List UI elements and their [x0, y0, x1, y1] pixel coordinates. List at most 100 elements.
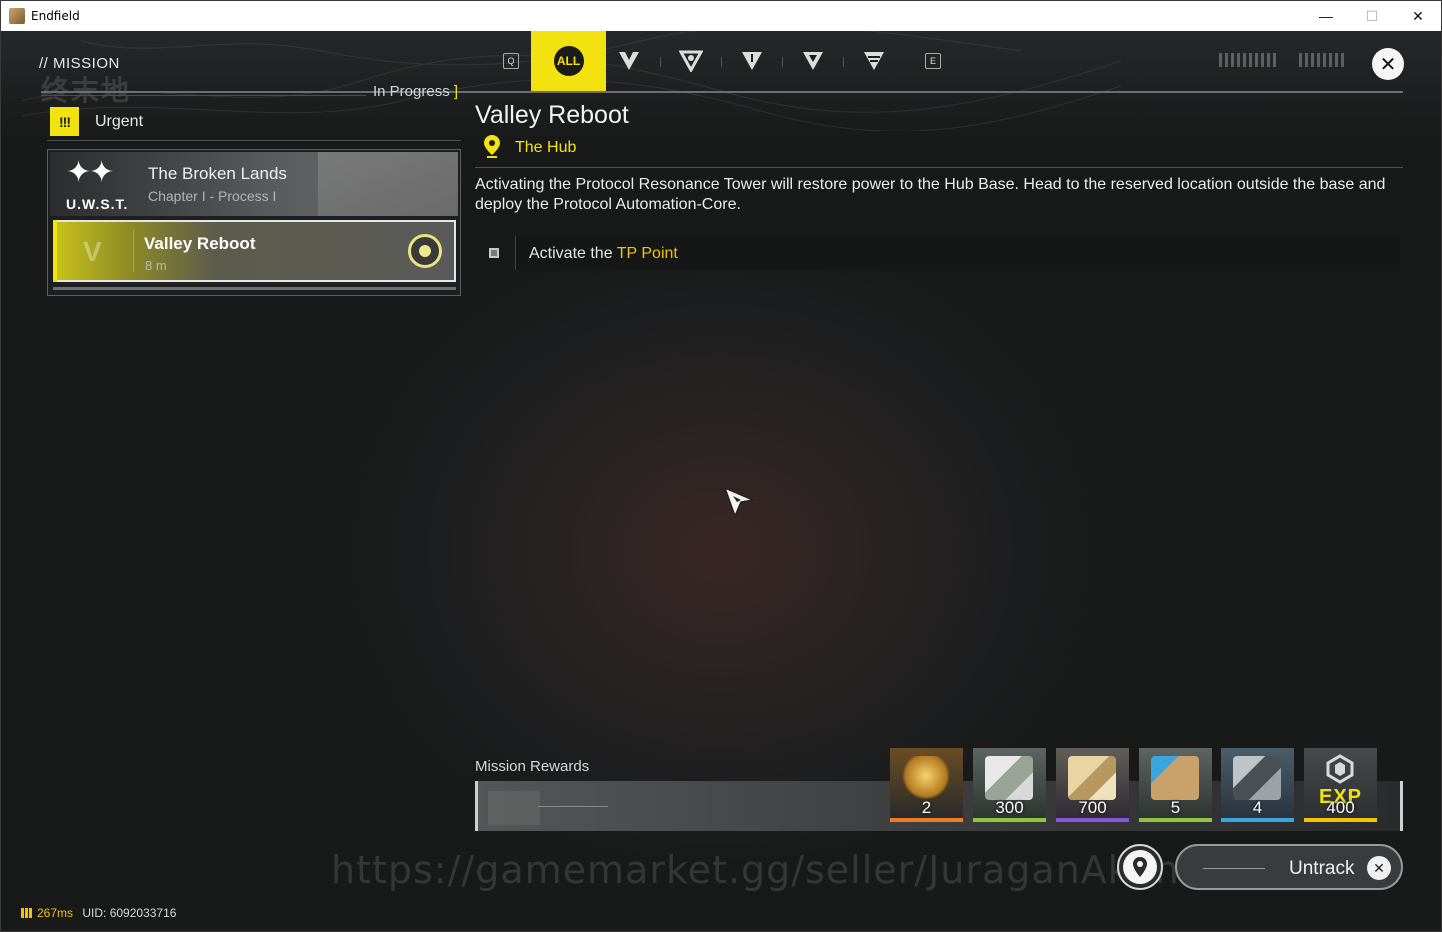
mission-description: Activating the Protocol Resonance Tower … [475, 176, 1386, 213]
watermark-text: https://gamemarket.gg/seller/JuraganAkun [331, 848, 1180, 892]
group-divider [47, 140, 461, 141]
section-title: // MISSION [39, 55, 120, 72]
logo-text: U.W.S.T. [66, 196, 129, 212]
mission-distance: 8 m [145, 258, 167, 273]
header-divider-secondary [41, 95, 366, 96]
close-mission-button[interactable]: ✕ [1372, 48, 1404, 80]
reward-count: 4 [1252, 798, 1263, 817]
reward-item[interactable]: 5 [1139, 748, 1212, 822]
tracking-dot [419, 245, 431, 257]
chapter-title: The Broken Lands [148, 164, 287, 183]
show-on-map-button[interactable] [1117, 844, 1163, 890]
objective-checkbox-icon [489, 248, 499, 258]
objective-highlight: TP Point [616, 245, 678, 262]
panel-scroll-bar [53, 287, 456, 290]
reward-count: 700 [1078, 798, 1107, 817]
tab-separator [721, 57, 722, 67]
quest-list-panel: ✦✦ U.W.S.T. The Broken Lands Chapter I -… [47, 149, 461, 296]
filter-label: In Progress [373, 83, 450, 100]
reward-count: 5 [1170, 798, 1181, 817]
mission-type-4-icon [803, 52, 823, 70]
uwst-logo: ✦✦ U.W.S.T. [62, 156, 130, 212]
urgent-icon: !!! [50, 107, 79, 136]
reward-item[interactable]: EXP 400 [1304, 748, 1377, 822]
selection-indicator [53, 220, 57, 282]
mission-detail-title: Valley Reboot [475, 101, 629, 129]
mission-type-5-icon [864, 52, 884, 70]
close-icon: ✕ [1379, 53, 1397, 76]
untrack-label: Untrack [1289, 858, 1355, 879]
tab-mission-type-4[interactable] [798, 43, 828, 79]
mission-type-2-icon [679, 50, 703, 72]
gold-crystal-icon [902, 756, 950, 800]
uwst-emblem-icon: ✦✦ [66, 156, 114, 189]
reward-item[interactable]: 4 [1221, 748, 1294, 822]
tracking-target-icon[interactable] [408, 234, 442, 268]
mission-type-3-icon [742, 52, 762, 70]
maximize-button[interactable]: ☐ [1349, 1, 1395, 31]
ticket-icon [985, 756, 1033, 800]
status-decoration [1219, 53, 1279, 67]
window-title: Endfield [31, 9, 80, 23]
device-kit-icon [1233, 756, 1281, 800]
reward-count: 400 [1326, 798, 1355, 817]
track-line [538, 806, 608, 807]
filter-in-progress[interactable]: In Progress ] [373, 83, 458, 100]
reward-item[interactable]: 2 [890, 748, 963, 822]
mission-location: The Hub [515, 139, 577, 156]
reward-item[interactable]: 700 [1056, 748, 1129, 822]
reward-chest-icon [488, 791, 540, 825]
app-window: Endfield — ☐ ✕ 终末地 // MISSION Q ALL [0, 0, 1442, 932]
next-tab-key[interactable]: E [925, 53, 941, 69]
header-divider [41, 91, 1403, 93]
group-label: Urgent [95, 113, 144, 130]
tab-all[interactable]: ALL [531, 31, 606, 91]
chapter-artwork [318, 152, 458, 216]
tab-mission-type-1[interactable] [614, 43, 644, 79]
rewards-end-marker [1400, 781, 1403, 831]
map-pin-icon [1133, 857, 1147, 877]
signal-icon [21, 908, 33, 918]
map-pin-button-face [1123, 850, 1157, 884]
mission-type-icon: V [83, 236, 102, 267]
uid-value: UID: 6092033716 [82, 906, 177, 920]
reward-count: 300 [995, 798, 1024, 817]
tab-separator [782, 57, 783, 67]
exp-icon [1326, 754, 1354, 784]
mission-item-valley-reboot[interactable]: V Valley Reboot 8 m [53, 220, 456, 282]
tab-mission-type-3[interactable] [737, 43, 767, 79]
bracket-icon: ] [453, 83, 459, 100]
title-bar: Endfield — ☐ ✕ [1, 1, 1441, 31]
rewards-label: Mission Rewards [475, 758, 590, 775]
tab-all-label: ALL [553, 46, 584, 76]
ping-value: 267ms [37, 906, 74, 920]
untrack-button[interactable]: Untrack ✕ [1175, 844, 1403, 890]
window-close-button[interactable]: ✕ [1395, 1, 1441, 31]
tab-mission-type-2[interactable] [676, 43, 706, 79]
cursor-icon [723, 486, 756, 519]
objective-text: Activate the TP Point [529, 245, 678, 263]
exp-book-icon [1151, 756, 1199, 800]
chapter-header[interactable]: ✦✦ U.W.S.T. The Broken Lands Chapter I -… [50, 152, 458, 216]
item-divider [133, 230, 134, 272]
status-decoration [1299, 53, 1347, 67]
reward-item[interactable]: 300 [973, 748, 1046, 822]
button-decoration [1203, 868, 1265, 869]
minimize-icon: — [1319, 8, 1333, 24]
minimize-button[interactable]: — [1303, 1, 1349, 31]
app-icon [9, 8, 25, 24]
prev-tab-key[interactable]: Q [503, 53, 519, 69]
tab-separator [843, 57, 844, 67]
group-urgent[interactable]: !!! Urgent [47, 103, 461, 141]
tab-mission-type-5[interactable] [859, 43, 889, 79]
mission-screen: 终末地 // MISSION Q ALL E ✕ I [1, 31, 1441, 931]
currency-notes-icon [1068, 756, 1116, 800]
close-icon: ✕ [1412, 7, 1424, 24]
detail-divider [475, 167, 1403, 168]
reward-count: 2 [921, 798, 932, 817]
close-icon: ✕ [1367, 856, 1391, 880]
tab-separator [660, 57, 661, 67]
mission-type-1-icon [619, 52, 639, 70]
chapter-subtitle: Chapter I - Process I [148, 188, 277, 204]
maximize-icon: ☐ [1365, 7, 1379, 24]
